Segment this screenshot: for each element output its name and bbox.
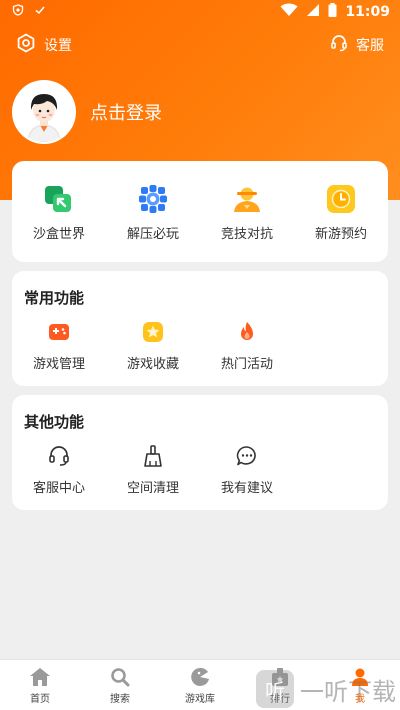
- shield-icon: [12, 4, 24, 20]
- tab-label: 游戏库: [185, 693, 215, 705]
- customer-service-button[interactable]: 客服: [330, 34, 384, 56]
- service-label: 客服: [356, 38, 384, 54]
- chat-icon: [234, 443, 260, 469]
- login-area[interactable]: 点击登录: [12, 80, 162, 144]
- new-game-reserve-icon: [325, 183, 357, 215]
- game-management-item[interactable]: 游戏管理: [12, 319, 106, 372]
- category-label: 解压必玩: [126, 227, 179, 242]
- section-title: 其他功能: [24, 413, 85, 431]
- status-bar: 11:09: [0, 0, 400, 24]
- broom-icon: [140, 443, 166, 469]
- tab-label: 首页: [30, 693, 50, 705]
- function-label: 我有建议: [220, 481, 273, 496]
- space-cleanup-item[interactable]: 空间清理: [106, 443, 200, 496]
- category-label: 新游预约: [314, 227, 367, 242]
- login-prompt[interactable]: 点击登录: [90, 99, 162, 125]
- hot-events-item[interactable]: 热门活动: [200, 319, 294, 372]
- tab-home[interactable]: 首页: [0, 660, 80, 710]
- section-title: 常用功能: [24, 289, 85, 307]
- other-functions-card: 其他功能 客服中心 空间清理 我有建议: [12, 395, 388, 510]
- function-label: 游戏收藏: [126, 357, 179, 372]
- gamepad-icon: [46, 319, 72, 345]
- status-time: 11:09: [345, 4, 390, 20]
- watermark-text: 一听下载: [300, 677, 396, 706]
- signal-icon: [306, 3, 320, 21]
- watermark: 听 一听下载: [256, 670, 396, 708]
- competitive-icon: [231, 183, 263, 215]
- category-new-reserve[interactable]: 新游预约: [294, 183, 388, 242]
- check-icon: [34, 4, 46, 20]
- function-label: 客服中心: [32, 481, 85, 496]
- tab-label: 搜索: [110, 693, 130, 705]
- category-sandbox[interactable]: 沙盒世界: [12, 183, 106, 242]
- category-label: 沙盒世界: [32, 227, 85, 242]
- tab-search[interactable]: 搜索: [80, 660, 160, 710]
- fire-icon: [234, 319, 260, 345]
- star-icon: [140, 319, 166, 345]
- function-label: 游戏管理: [32, 357, 85, 372]
- common-functions-card: 常用功能 游戏管理 游戏收藏 热门活动: [12, 271, 388, 386]
- category-label: 竞技对抗: [220, 227, 273, 242]
- avatar[interactable]: [12, 80, 76, 144]
- game-favorites-item[interactable]: 游戏收藏: [106, 319, 200, 372]
- home-icon: [28, 666, 52, 688]
- search-icon: [108, 666, 132, 688]
- suggestion-item[interactable]: 我有建议: [200, 443, 294, 496]
- game-library-icon: [188, 666, 212, 688]
- function-label: 空间清理: [126, 481, 179, 496]
- settings-label: 设置: [44, 38, 72, 54]
- service-center-item[interactable]: 客服中心: [12, 443, 106, 496]
- headset-icon: [330, 34, 348, 56]
- function-label: 热门活动: [220, 357, 273, 372]
- battery-icon: [328, 3, 337, 21]
- relax-icon: [137, 183, 169, 215]
- settings-button[interactable]: 设置: [16, 33, 72, 57]
- category-competitive[interactable]: 竞技对抗: [200, 183, 294, 242]
- tab-game-library[interactable]: 游戏库: [160, 660, 240, 710]
- headset-icon: [46, 443, 72, 469]
- category-card: 沙盒世界 解压必玩 竞技对抗 新游预约: [12, 161, 388, 262]
- wifi-icon: [280, 3, 298, 21]
- sandbox-icon: [43, 183, 75, 215]
- watermark-badge: 听: [256, 670, 294, 708]
- gear-icon: [16, 33, 36, 57]
- category-relax[interactable]: 解压必玩: [106, 183, 200, 242]
